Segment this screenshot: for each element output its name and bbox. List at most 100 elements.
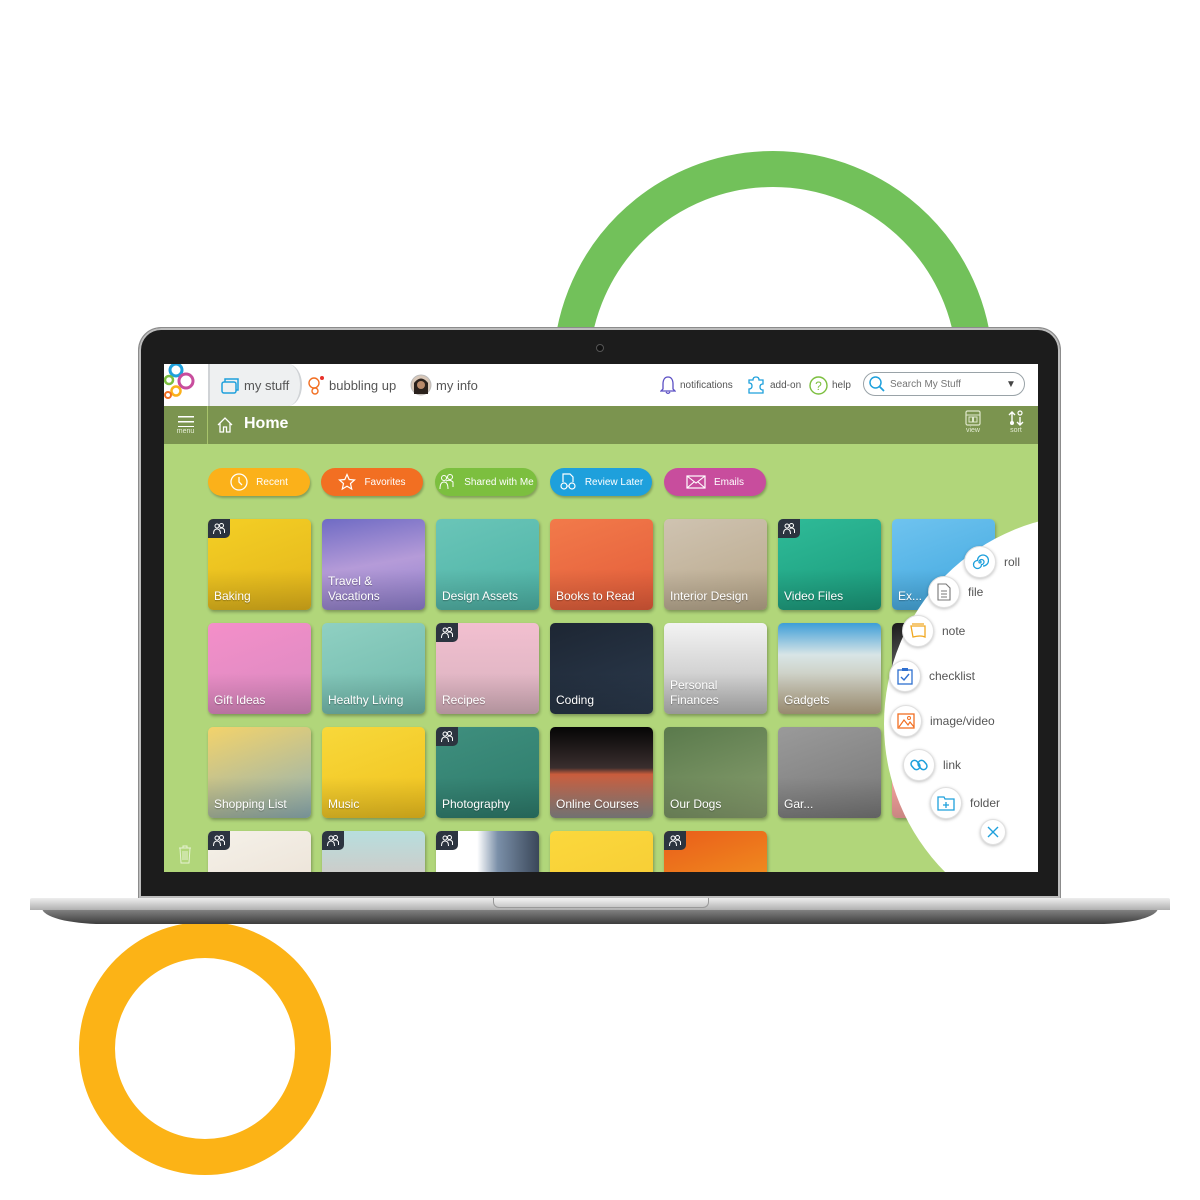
tile-label: Online Courses bbox=[556, 797, 639, 811]
tile-label: Interior Design bbox=[670, 589, 749, 603]
add-note[interactable]: note bbox=[902, 615, 965, 647]
help-label: help bbox=[832, 379, 851, 391]
folder-tile[interactable] bbox=[208, 831, 311, 872]
tab-my-info[interactable]: my info bbox=[410, 364, 478, 406]
add-roll[interactable]: roll bbox=[964, 546, 1020, 578]
notifications-button[interactable]: notifications bbox=[660, 364, 733, 406]
shared-badge bbox=[208, 831, 230, 850]
shared-people-icon bbox=[213, 834, 225, 846]
folder-tile[interactable]: Gift Ideas bbox=[208, 623, 311, 714]
folder-tile[interactable] bbox=[550, 831, 653, 872]
folder-tile[interactable] bbox=[322, 831, 425, 872]
add-image-video[interactable]: image/video bbox=[890, 705, 995, 737]
folder-tile[interactable]: Design Assets bbox=[436, 519, 539, 610]
hamburger-icon bbox=[177, 415, 194, 427]
folder-tile[interactable]: Travel & Vacations bbox=[322, 519, 425, 610]
filter-emails[interactable]: Emails bbox=[664, 468, 766, 496]
add-image-video-button[interactable] bbox=[890, 705, 922, 737]
tile-label: Gar... bbox=[784, 797, 814, 811]
add-roll-button[interactable] bbox=[964, 546, 996, 578]
people-icon bbox=[439, 474, 454, 490]
add-folder-button[interactable] bbox=[930, 787, 962, 819]
close-icon bbox=[987, 826, 999, 838]
filter-favorites[interactable]: Favorites bbox=[321, 468, 423, 496]
folder-tile[interactable]: Gar... bbox=[778, 727, 881, 818]
tile-label: Music bbox=[328, 797, 360, 811]
image-icon bbox=[897, 713, 915, 729]
add-folder[interactable]: folder bbox=[930, 787, 1000, 819]
filter-recent[interactable]: Recent bbox=[208, 468, 310, 496]
laptop-notch bbox=[493, 898, 709, 908]
add-on-button[interactable]: add-on bbox=[746, 364, 801, 406]
search-scope-dropdown[interactable]: ▼ bbox=[1006, 379, 1016, 390]
menu-label: menu bbox=[176, 427, 195, 435]
folder-tile[interactable]: Interior Design bbox=[664, 519, 767, 610]
folder-tile[interactable]: Music bbox=[322, 727, 425, 818]
sort-button[interactable]: sort bbox=[1003, 410, 1029, 434]
shared-badge bbox=[322, 831, 344, 850]
laptop-camera bbox=[596, 344, 604, 352]
folder-tile[interactable]: Gadgets bbox=[778, 623, 881, 714]
menu-button[interactable]: menu bbox=[164, 406, 208, 444]
search-icon[interactable] bbox=[868, 375, 886, 393]
folder-plus-icon bbox=[937, 796, 955, 811]
tile-label: Books to Read bbox=[556, 589, 635, 603]
view-label: view bbox=[965, 427, 980, 434]
add-file-label: file bbox=[968, 585, 984, 599]
app-logo[interactable] bbox=[164, 364, 208, 406]
tile-label: Design Assets bbox=[442, 589, 519, 603]
add-note-button[interactable] bbox=[902, 615, 934, 647]
folder-tile[interactable] bbox=[436, 831, 539, 872]
view-button[interactable]: view bbox=[960, 410, 986, 434]
laptop-base-shadow bbox=[42, 908, 1158, 924]
folder-tile[interactable]: Our Dogs bbox=[664, 727, 767, 818]
help-button[interactable]: ? help bbox=[809, 364, 851, 406]
shared-people-icon bbox=[327, 834, 339, 846]
folder-tile[interactable]: Online Courses bbox=[550, 727, 653, 818]
folder-tile[interactable] bbox=[664, 831, 767, 872]
tile-label: Shopping List bbox=[214, 797, 287, 811]
tile-label: Baking bbox=[214, 589, 251, 603]
folder-stack-icon bbox=[221, 378, 239, 394]
home-icon[interactable] bbox=[216, 416, 234, 434]
tab-bubbling-up[interactable]: bubbling up bbox=[307, 364, 396, 406]
avatar bbox=[410, 374, 432, 396]
filter-shared-with-me[interactable]: Shared with Me bbox=[435, 468, 537, 496]
filter-label: Recent bbox=[256, 476, 288, 488]
envelope-icon bbox=[686, 475, 706, 489]
shared-people-icon bbox=[441, 626, 453, 638]
folder-tile[interactable]: Video Files bbox=[778, 519, 881, 610]
close-add-menu-button[interactable] bbox=[980, 819, 1006, 845]
add-link[interactable]: link bbox=[903, 749, 961, 781]
tile-label: Travel & Vacations bbox=[328, 574, 380, 603]
add-file[interactable]: file bbox=[928, 576, 983, 608]
folder-tile[interactable]: Shopping List bbox=[208, 727, 311, 818]
folder-tile[interactable]: Coding bbox=[550, 623, 653, 714]
search-box: ▼ bbox=[863, 372, 1025, 396]
folder-tile[interactable]: Healthy Living bbox=[322, 623, 425, 714]
search-input[interactable] bbox=[886, 378, 1000, 390]
tab-my-stuff[interactable]: my stuff bbox=[220, 364, 289, 406]
filter-review-later[interactable]: Review Later bbox=[550, 468, 652, 496]
add-checklist[interactable]: checklist bbox=[889, 660, 975, 692]
shared-badge bbox=[436, 831, 458, 850]
tile-label: Gadgets bbox=[784, 693, 830, 707]
add-file-button[interactable] bbox=[928, 576, 960, 608]
add-checklist-button[interactable] bbox=[889, 660, 921, 692]
add-checklist-label: checklist bbox=[929, 669, 976, 683]
star-icon bbox=[338, 473, 357, 491]
folder-tile[interactable]: Personal Finances bbox=[664, 623, 767, 714]
tile-label: Personal Finances bbox=[670, 678, 719, 707]
shared-badge bbox=[436, 623, 458, 642]
add-link-button[interactable] bbox=[903, 749, 935, 781]
filter-label: Review Later bbox=[584, 476, 644, 488]
bubbles-icon bbox=[308, 376, 324, 395]
clipboard-check-icon bbox=[897, 668, 913, 685]
add-image-video-label: image/video bbox=[930, 714, 995, 728]
folder-tile[interactable]: Books to Read bbox=[550, 519, 653, 610]
trash-icon[interactable] bbox=[177, 844, 193, 864]
folder-tile[interactable]: Photography bbox=[436, 727, 539, 818]
folder-tile[interactable]: Recipes bbox=[436, 623, 539, 714]
folder-tile[interactable]: Baking bbox=[208, 519, 311, 610]
shared-people-icon bbox=[441, 834, 453, 846]
